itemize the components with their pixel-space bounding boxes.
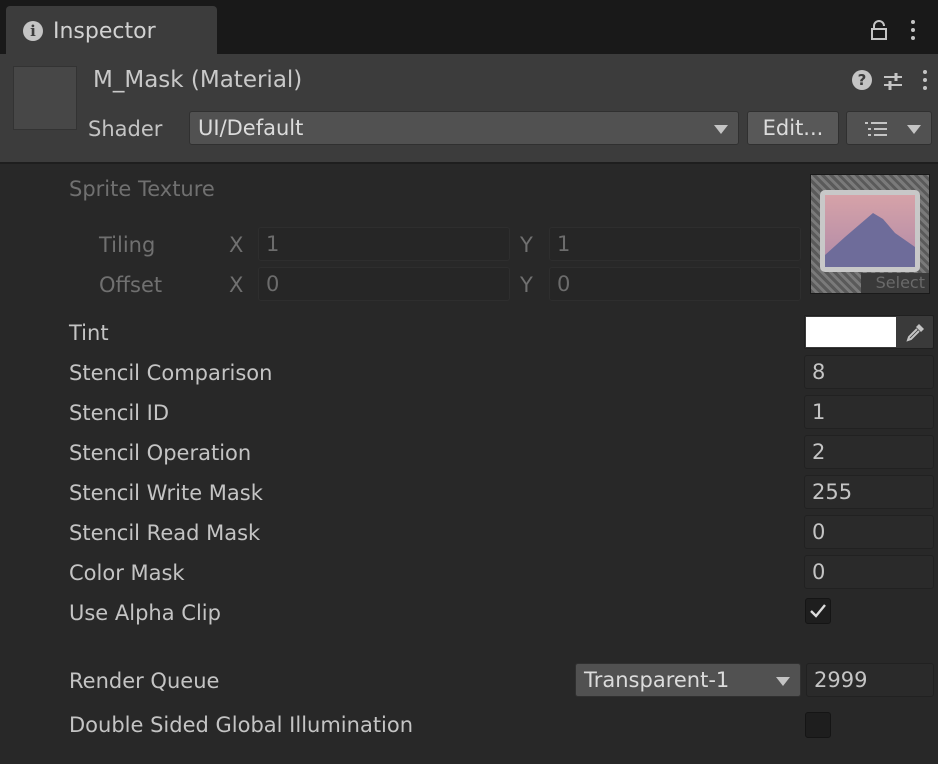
shader-value: UI/Default <box>198 116 304 140</box>
tab-menu-icon[interactable] <box>910 20 916 44</box>
color-mask-label: Color Mask <box>69 561 185 585</box>
shader-dropdown[interactable]: UI/Default <box>189 111 739 145</box>
double-sided-gi-label: Double Sided Global Illumination <box>69 713 414 737</box>
stencil-id-field[interactable]: 1 <box>804 395 934 429</box>
info-icon: i <box>23 21 43 41</box>
tint-color-field[interactable] <box>804 315 934 349</box>
shader-options-dropdown[interactable] <box>846 111 932 145</box>
texture-select-button[interactable]: Select <box>861 273 929 293</box>
offset-x-field[interactable]: 0 <box>258 267 510 301</box>
tab-inspector[interactable]: i Inspector <box>6 6 217 54</box>
stencil-read-mask-label: Stencil Read Mask <box>69 521 261 545</box>
stencil-write-mask-field[interactable]: 255 <box>804 475 934 509</box>
offset-y-field[interactable]: 0 <box>549 267 801 301</box>
double-sided-gi-checkbox[interactable] <box>805 712 831 738</box>
checkmark-icon <box>810 604 826 618</box>
tiling-y-label: Y <box>520 233 533 257</box>
stencil-operation-field[interactable]: 2 <box>804 435 934 469</box>
component-menu-icon[interactable] <box>922 70 928 94</box>
use-alpha-clip-checkbox[interactable] <box>805 598 831 624</box>
sprite-texture-label: Sprite Texture <box>69 177 215 201</box>
presets-icon[interactable] <box>882 70 904 92</box>
help-icon[interactable]: ? <box>852 70 872 90</box>
chevron-down-icon <box>907 125 921 134</box>
render-queue-dropdown[interactable]: Transparent-1 <box>575 663 801 697</box>
material-header: M_Mask (Material) ? Shader UI/Default Ed… <box>0 54 938 164</box>
tint-color-swatch <box>806 317 896 347</box>
use-alpha-clip-label: Use Alpha Clip <box>69 601 221 625</box>
render-queue-label: Render Queue <box>69 669 220 693</box>
stencil-operation-label: Stencil Operation <box>69 441 252 465</box>
edit-shader-button[interactable]: Edit... <box>747 111 839 145</box>
tiling-y-field[interactable]: 1 <box>549 227 801 261</box>
stencil-write-mask-label: Stencil Write Mask <box>69 481 263 505</box>
stencil-read-mask-field[interactable]: 0 <box>804 515 934 549</box>
color-mask-field[interactable]: 0 <box>804 555 934 589</box>
texture-slot[interactable]: Select <box>810 174 930 294</box>
eyedropper-icon[interactable] <box>906 322 926 342</box>
stencil-id-label: Stencil ID <box>69 401 170 425</box>
texture-preview <box>820 190 920 272</box>
shader-label: Shader <box>88 117 163 141</box>
tiling-label: Tiling <box>99 233 156 257</box>
tiling-x-field[interactable]: 1 <box>258 227 510 261</box>
chevron-down-icon <box>776 677 790 686</box>
lock-icon[interactable] <box>870 20 888 40</box>
offset-x-label: X <box>229 273 244 297</box>
tiling-x-label: X <box>229 233 244 257</box>
tab-label: Inspector <box>53 19 156 44</box>
offset-y-label: Y <box>520 273 533 297</box>
material-preview-thumbnail <box>13 66 77 130</box>
offset-label: Offset <box>99 273 163 297</box>
stencil-comparison-field[interactable]: 8 <box>804 355 934 389</box>
sprite-image <box>825 195 915 267</box>
tint-label: Tint <box>69 321 109 345</box>
list-icon <box>865 122 887 136</box>
chevron-down-icon <box>714 125 728 134</box>
stencil-comparison-label: Stencil Comparison <box>69 361 273 385</box>
render-queue-field[interactable]: 2999 <box>806 663 934 697</box>
material-name: M_Mask (Material) <box>93 67 303 93</box>
render-queue-dropdown-value: Transparent-1 <box>584 668 730 692</box>
